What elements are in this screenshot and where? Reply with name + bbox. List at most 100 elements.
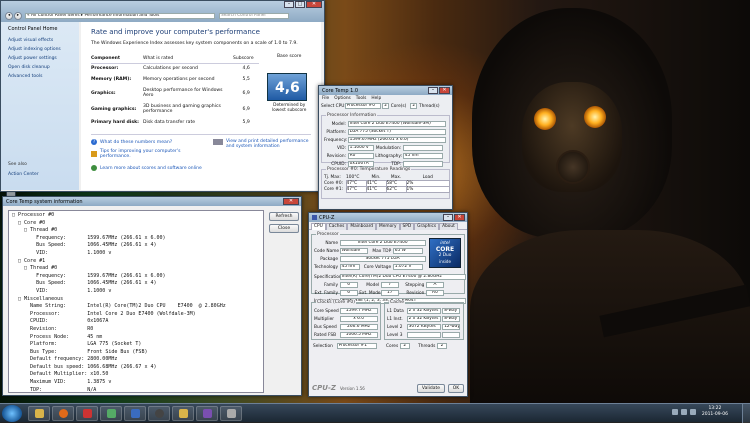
- tree-line[interactable]: Bus Speed: 1066.45MHz (266.61 x 4): [12, 242, 260, 250]
- tree-line[interactable]: □ Miscellaneous: [12, 296, 260, 304]
- base-score-badge: 4,6: [267, 73, 308, 101]
- taskbar-app[interactable]: [28, 405, 50, 421]
- selection-dropdown[interactable]: Processor #1: [336, 343, 377, 349]
- tree-line[interactable]: Revision: R0: [12, 326, 260, 334]
- link-view-print-details[interactable]: View and print detailed performance and …: [226, 139, 311, 149]
- taskbar-app[interactable]: [76, 405, 98, 421]
- tree-line[interactable]: CPUID: 0x1067A: [12, 318, 260, 326]
- minimize-button[interactable]: –: [428, 87, 438, 94]
- close-button[interactable]: ✕: [283, 198, 299, 205]
- tree-line[interactable]: Default frequency: 2800.00MHz: [12, 356, 260, 364]
- address-bar[interactable]: « All Control Panel Items ▸ Performance …: [25, 13, 215, 19]
- cpuz-title: CPU-Z: [319, 214, 335, 221]
- sidebar-link-disk-cleanup[interactable]: Open disk cleanup: [8, 65, 75, 70]
- link-tips-improving[interactable]: Tips for improving your computer's perfo…: [100, 149, 210, 159]
- close-button[interactable]: ✕: [454, 214, 465, 221]
- tab-graphics[interactable]: Graphics: [414, 223, 440, 230]
- link-what-numbers-mean[interactable]: What do these numbers mean?: [100, 140, 172, 145]
- tree-line[interactable]: Process Node: 45 nm: [12, 334, 260, 342]
- search-control-panel-input[interactable]: Search Control Panel: [219, 13, 289, 19]
- cpuz-tabs: CPU Caches Mainboard Memory SPD Graphics About: [309, 222, 467, 230]
- sidebar-link-adjust-visual-effects[interactable]: Adjust visual effects: [8, 38, 75, 43]
- stepping-label: Stepping: [405, 282, 425, 288]
- tree-line[interactable]: Processor: Intel Core 2 Duo E7400 (Wolfd…: [12, 311, 260, 319]
- flag-icon[interactable]: [690, 409, 696, 415]
- close-dialog-button[interactable]: Close: [269, 224, 299, 233]
- performance-main: Rate and improve your computer's perform…: [81, 22, 321, 190]
- forward-button[interactable]: ▸: [14, 12, 22, 20]
- taskbar-app[interactable]: [196, 405, 218, 421]
- coretemp-info-window: Core Temp system information ✕ □ Process…: [2, 196, 302, 396]
- minimize-button[interactable]: –: [284, 1, 294, 8]
- sidebar-home-link[interactable]: Control Panel Home: [8, 26, 75, 32]
- show-desktop-button[interactable]: [742, 404, 750, 423]
- menu-tools[interactable]: Tools: [356, 96, 367, 101]
- cache-group: Cache L1 Data 2 x 32 KBytes 8-way L1 Ins…: [384, 300, 464, 340]
- close-button[interactable]: ✕: [439, 87, 450, 94]
- taskbar-app[interactable]: [148, 405, 170, 421]
- close-button[interactable]: ✕: [306, 1, 322, 8]
- tree-line[interactable]: VID: 1.1000 v: [12, 250, 260, 258]
- tree-line[interactable]: Default bus speed: 1066.68MHz (266.67 x …: [12, 364, 260, 372]
- taskbar: 13:22 2011-09-06: [0, 403, 750, 423]
- menu-help[interactable]: Help: [371, 96, 381, 101]
- tree-line[interactable]: Platform: LGA 775 (Socket T): [12, 341, 260, 349]
- back-button[interactable]: ◂: [5, 12, 13, 20]
- tab-mainboard[interactable]: Mainboard: [347, 223, 377, 230]
- taskbar-app[interactable]: [100, 405, 122, 421]
- menu-file[interactable]: File: [322, 96, 329, 101]
- tree-line[interactable]: □ Thread #0: [12, 265, 260, 273]
- table-row: Core #1: 47°C 41°C 62°C 1%: [324, 186, 450, 193]
- folder-icon: [34, 408, 44, 418]
- performance-window: – □ ✕ ◂ ▸ « All Control Panel Items ▸ Pe…: [0, 0, 325, 192]
- maximize-button[interactable]: □: [295, 1, 305, 8]
- tab-cpu[interactable]: CPU: [311, 223, 326, 230]
- tree-line[interactable]: Name String: Intel(R) Core(TM)2 Duo CPU …: [12, 303, 260, 311]
- taskbar-app[interactable]: [52, 405, 74, 421]
- base-score-caption: Determined by lowest subscore: [271, 103, 307, 113]
- app-icon: [202, 408, 212, 418]
- help-icon: ?: [91, 139, 97, 145]
- sidebar-link-adjust-indexing[interactable]: Adjust indexing options: [8, 47, 75, 52]
- tab-caches[interactable]: Caches: [325, 223, 348, 230]
- taskbar-clock[interactable]: 13:22 2011-09-06: [702, 406, 728, 418]
- select-cpu-dropdown[interactable]: Processor #0: [344, 103, 381, 109]
- logo-inside-text: inside: [439, 259, 451, 264]
- threads-label: Threads: [418, 343, 436, 349]
- select-cpu-label: Select CPU:: [321, 103, 346, 109]
- sidebar-link-action-center[interactable]: Action Center: [8, 172, 39, 177]
- tree-line[interactable]: Frequency: 1599.67MHz (266.61 x 6.00): [12, 273, 260, 281]
- menu-options[interactable]: Options: [334, 96, 351, 101]
- tree-line[interactable]: □ Processor #0: [12, 212, 260, 220]
- minimize-button[interactable]: –: [443, 214, 453, 221]
- tree-line[interactable]: Bus Speed: 1066.45MHz (266.61 x 4): [12, 280, 260, 288]
- tree-line[interactable]: Frequency: 1599.67MHz (266.61 x 6.00): [12, 235, 260, 243]
- link-learn-more[interactable]: Learn more about scores and software onl…: [100, 166, 202, 171]
- taskbar-app[interactable]: [124, 405, 146, 421]
- tree-line[interactable]: VID: 1.1000 v: [12, 288, 260, 296]
- family-value: 6: [339, 282, 358, 288]
- tree-line[interactable]: □ Core #0: [12, 220, 260, 228]
- taskbar-app[interactable]: [172, 405, 194, 421]
- tree-line[interactable]: TDP: N/A: [12, 387, 260, 392]
- start-button[interactable]: [2, 404, 22, 422]
- ok-button[interactable]: OK: [448, 383, 464, 393]
- refresh-button[interactable]: Refresh: [269, 212, 299, 221]
- validate-button[interactable]: Validate: [417, 383, 445, 393]
- tab-memory[interactable]: Memory: [376, 223, 400, 230]
- sidebar-link-advanced-tools[interactable]: Advanced tools: [8, 74, 75, 79]
- taskbar-app[interactable]: [220, 405, 242, 421]
- system-info-tree[interactable]: □ Processor #0 □ Core #0 □ Thread #0 Fre…: [8, 210, 264, 393]
- network-icon[interactable]: [672, 409, 678, 415]
- tree-line[interactable]: Maximum VID: 1.3875 v: [12, 379, 260, 387]
- tab-spd[interactable]: SPD: [399, 223, 415, 230]
- sidebar-link-adjust-power[interactable]: Adjust power settings: [8, 56, 75, 61]
- spec-label: Specification: [314, 274, 342, 280]
- volume-icon[interactable]: [681, 409, 687, 415]
- tab-about[interactable]: About: [439, 223, 458, 230]
- tree-line[interactable]: Default Multiplier: x10.50: [12, 371, 260, 379]
- tree-line[interactable]: □ Thread #0: [12, 227, 260, 235]
- tree-line[interactable]: Bus Type: Front Side Bus (FSB): [12, 349, 260, 357]
- tree-line[interactable]: □ Core #1: [12, 258, 260, 266]
- cores-label: Cores: [386, 343, 399, 349]
